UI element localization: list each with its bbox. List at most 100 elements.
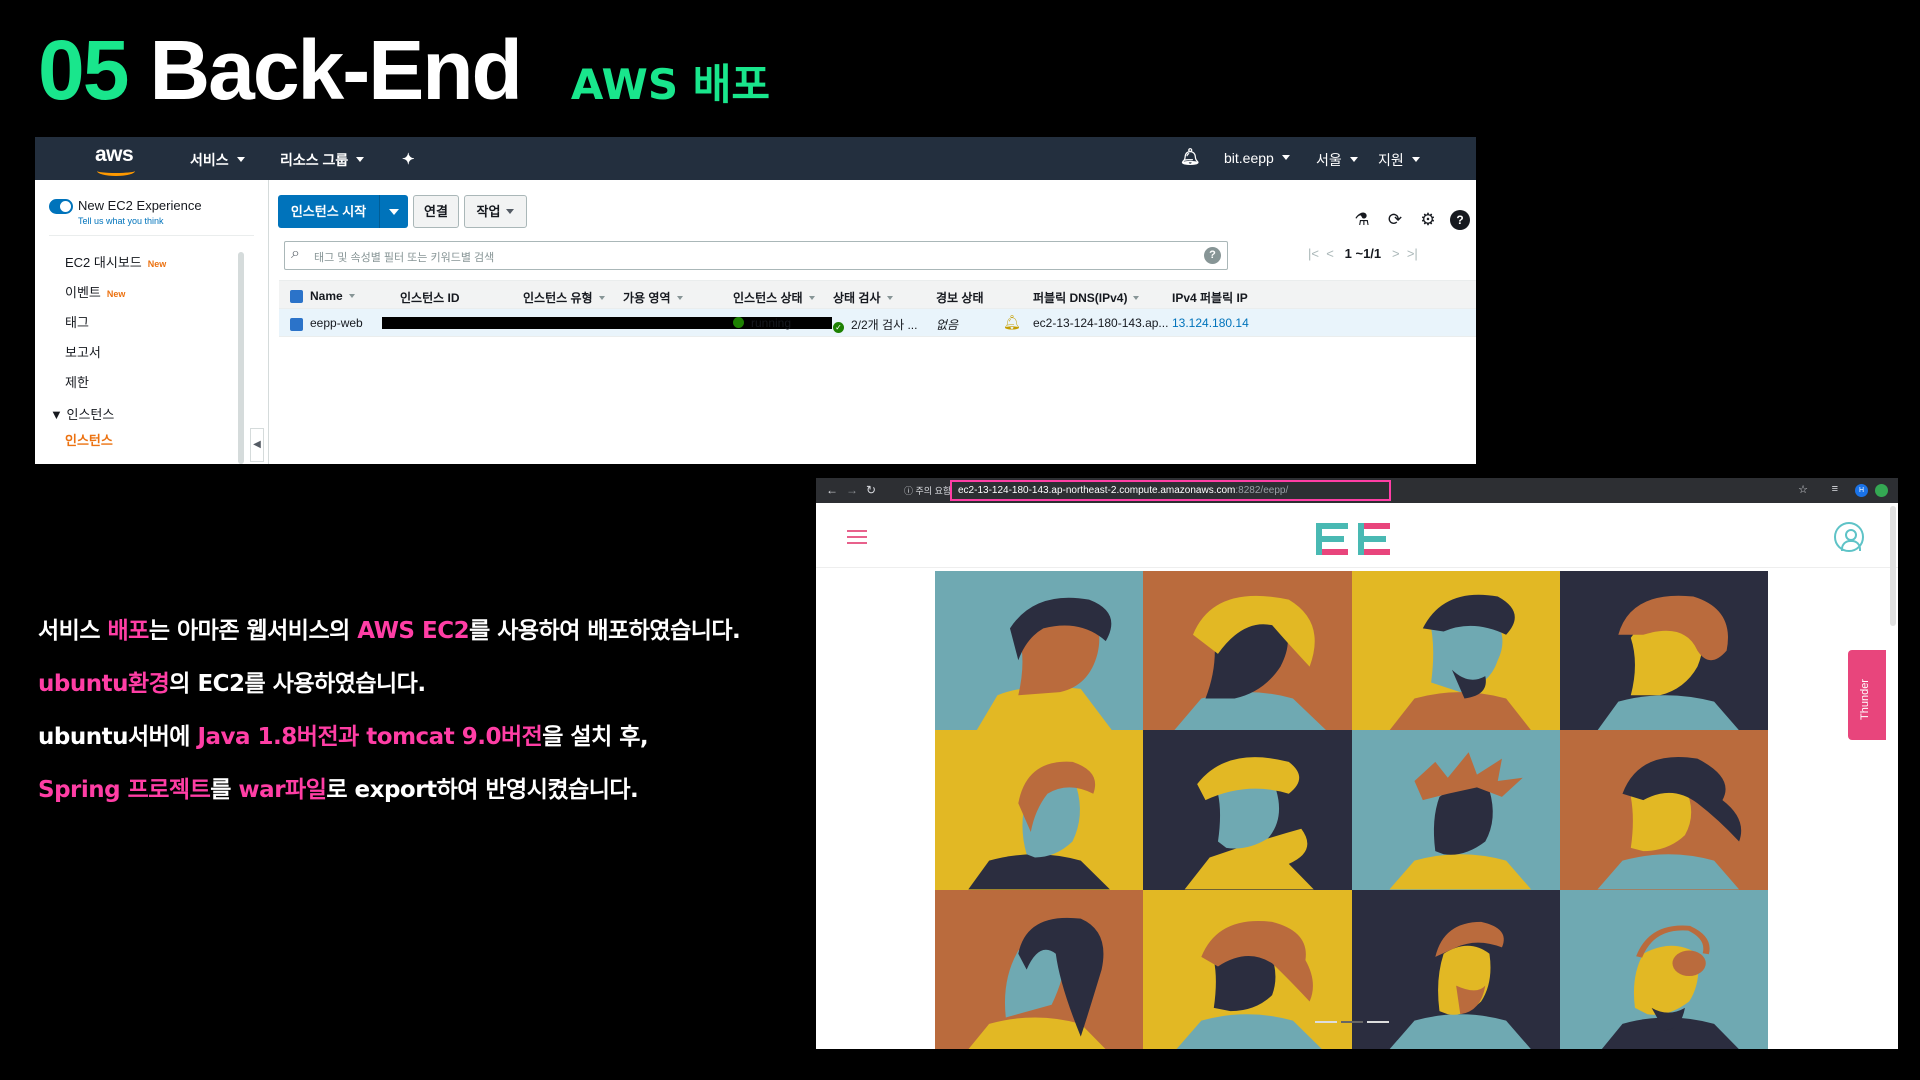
- url-host: ec2-13-124-180-143.ap-northeast-2.comput…: [958, 485, 1236, 496]
- sidebar-divider: [49, 235, 254, 236]
- slide-title: 05 Back-End AWS 배포: [38, 22, 770, 122]
- column-instance-id[interactable]: 인스턴스 ID: [400, 289, 460, 306]
- nav-support[interactable]: 지원: [1378, 150, 1420, 170]
- sidebar-item-dashboard[interactable]: EC2 대시보드 New: [65, 252, 166, 271]
- page-scrollbar[interactable]: [1890, 506, 1896, 626]
- security-indicator[interactable]: ⓘ 주의 요함: [904, 484, 951, 497]
- column-instance-type[interactable]: 인스턴스 유형: [523, 289, 605, 306]
- notification-bell-icon[interactable]: 🔔︎: [1180, 147, 1200, 167]
- sidebar-item-events[interactable]: 이벤트 New: [65, 282, 125, 301]
- feedback-link[interactable]: Tell us what you think: [78, 216, 164, 226]
- highlight-span: war파일: [238, 777, 327, 803]
- carousel-dot[interactable]: [1367, 1021, 1389, 1023]
- aws-logo-text: aws: [95, 143, 134, 166]
- prev-page-icon[interactable]: <: [1326, 246, 1334, 261]
- reload-icon[interactable]: ↻: [866, 483, 876, 497]
- aws-logo[interactable]: aws: [95, 143, 141, 176]
- row-checkbox[interactable]: [290, 318, 303, 331]
- thunder-side-tab[interactable]: Thunder: [1848, 650, 1886, 740]
- last-page-icon[interactable]: >|: [1407, 246, 1418, 261]
- column-status-checks[interactable]: 상태 검사: [833, 289, 893, 306]
- actions-button[interactable]: 작업: [464, 195, 527, 228]
- portrait-tile: [1559, 571, 1768, 731]
- extension-icon[interactable]: [1875, 484, 1888, 497]
- portrait-tile: [1559, 730, 1768, 890]
- text-span: 로 export하여 반영시켰습니다.: [326, 777, 639, 803]
- sidebar-item-instances[interactable]: 인스턴스: [65, 430, 113, 449]
- address-bar[interactable]: ec2-13-124-180-143.ap-northeast-2.comput…: [950, 480, 1391, 501]
- first-page-icon[interactable]: |<: [1308, 246, 1319, 261]
- info-icon: ⓘ: [904, 486, 914, 496]
- state-label: running: [751, 316, 792, 330]
- column-instance-state[interactable]: 인스턴스 상태: [733, 289, 815, 306]
- flask-icon[interactable]: ⚗: [1352, 210, 1372, 230]
- cell-public-dns: ec2-13-124-180-143.ap...: [1033, 316, 1169, 330]
- nav-region[interactable]: 서울: [1316, 150, 1358, 170]
- sidebar-item-label: EC2 대시보드: [65, 255, 142, 270]
- column-availability-zone[interactable]: 가용 영역: [623, 289, 683, 306]
- hamburger-menu-icon[interactable]: [847, 530, 867, 548]
- back-icon[interactable]: ←: [826, 483, 838, 497]
- help-icon[interactable]: ?: [1450, 210, 1470, 230]
- column-name[interactable]: Name: [310, 289, 355, 303]
- aws-top-bar: aws 서비스 리소스 그룹 ✦ 🔔︎ bit.eepp 서울 지원: [35, 137, 1476, 180]
- star-icon[interactable]: ☆: [1798, 483, 1808, 496]
- actions-label: 작업: [477, 204, 515, 219]
- new-experience-toggle[interactable]: [49, 199, 73, 214]
- user-account-icon[interactable]: [1834, 522, 1864, 552]
- pagination: |< < 1 ~1/1 > >|: [1308, 246, 1418, 261]
- text-span: 을 설치 후,: [542, 724, 649, 750]
- table-row[interactable]: eepp-web running ✓ 2/2개 검사 ... 없음 🔔︎ ec2-…: [279, 309, 1476, 337]
- description-line-4: Spring 프로젝트를 war파일로 export하여 반영시켰습니다.: [38, 764, 808, 817]
- highlight-span: ubuntu환경: [38, 671, 170, 697]
- pin-icon[interactable]: ✦: [402, 150, 415, 168]
- connect-button[interactable]: 연결: [413, 195, 459, 228]
- column-public-ip[interactable]: IPv4 퍼블릭 IP: [1172, 289, 1248, 306]
- cell-name: eepp-web: [310, 316, 363, 330]
- carousel-dot-active[interactable]: [1341, 1021, 1363, 1023]
- refresh-icon[interactable]: ⟳: [1385, 210, 1405, 230]
- check-ok-icon: ✓: [833, 322, 844, 333]
- text-span: 의 EC2를 사용하였습니다.: [169, 671, 426, 697]
- highlight-span: 배포: [107, 618, 150, 644]
- sidebar-item-tags[interactable]: 태그: [65, 312, 89, 331]
- cell-public-ip[interactable]: 13.124.180.14: [1172, 316, 1249, 330]
- carousel-dot[interactable]: [1315, 1021, 1337, 1023]
- browser-toolbar: ← → ↻ ⓘ 주의 요함 ec2-13-124-180-143.ap-nort…: [816, 478, 1898, 503]
- portrait-tile: [1143, 889, 1352, 1049]
- chevron-down-icon[interactable]: [380, 195, 408, 228]
- cell-status-checks: ✓ 2/2개 검사 ...: [833, 316, 917, 333]
- forward-icon[interactable]: →: [846, 483, 858, 497]
- profile-avatar[interactable]: H: [1855, 484, 1868, 497]
- select-all-checkbox[interactable]: [290, 290, 303, 303]
- text-span: 는 아마존 웹서비스의: [148, 618, 358, 644]
- search-help-icon[interactable]: ?: [1204, 247, 1221, 264]
- nav-resource-groups[interactable]: 리소스 그룹: [280, 150, 364, 170]
- carousel-indicator[interactable]: [1315, 1021, 1395, 1024]
- text-span: ubuntu서버에: [38, 724, 198, 750]
- reading-list-icon[interactable]: ≡: [1832, 483, 1838, 495]
- alarm-bell-icon[interactable]: 🔔︎: [1003, 314, 1021, 331]
- launch-instance-button[interactable]: 인스턴스 시작: [278, 195, 408, 228]
- logo-letter-e: [1358, 523, 1392, 555]
- instance-filter-search[interactable]: ⌕ 태그 및 속성별 필터 또는 키워드별 검색 ?: [284, 241, 1228, 270]
- settings-gear-icon[interactable]: ⚙: [1418, 210, 1438, 230]
- next-page-icon[interactable]: >: [1392, 246, 1400, 261]
- launch-instance-label: 인스턴스 시작: [278, 195, 380, 228]
- sidebar-group-instances[interactable]: ▼ 인스턴스: [50, 404, 114, 423]
- collapse-sidebar-icon[interactable]: ◀: [250, 428, 264, 462]
- column-alarm-status[interactable]: 경보 상태: [936, 289, 984, 306]
- hero-illustration-grid: [935, 571, 1768, 1049]
- nav-services[interactable]: 서비스: [190, 150, 245, 170]
- eepp-logo[interactable]: [1316, 523, 1392, 555]
- new-experience-label: New EC2 Experience: [78, 198, 202, 213]
- sidebar-item-limits[interactable]: 제한: [65, 372, 89, 391]
- column-public-dns[interactable]: 퍼블릭 DNS(IPv4): [1033, 289, 1139, 306]
- portrait-tile: [1351, 889, 1560, 1049]
- ec2-sidebar: New EC2 Experience Tell us what you thin…: [35, 180, 269, 464]
- sidebar-scrollbar[interactable]: [238, 252, 244, 464]
- sidebar-item-reports[interactable]: 보고서: [65, 342, 101, 361]
- nav-account[interactable]: bit.eepp: [1224, 150, 1290, 166]
- highlight-span: Spring 프로젝트: [38, 777, 211, 803]
- text-span: 서비스: [38, 618, 108, 644]
